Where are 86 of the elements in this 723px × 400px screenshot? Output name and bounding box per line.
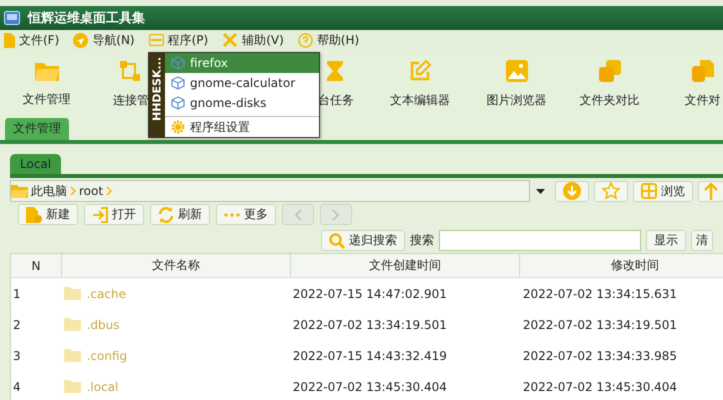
toolbar-button[interactable]: 文件对 (656, 50, 723, 118)
cube-icon (171, 76, 185, 90)
help-icon (298, 32, 313, 48)
breadcrumb[interactable]: 此电脑 (31, 182, 67, 200)
arrow-up-icon (704, 182, 718, 200)
chevron-icon (70, 186, 76, 196)
row-number: 2 (12, 318, 22, 332)
new-file-icon (26, 206, 42, 222)
tools-icon (222, 32, 238, 48)
folder-icon (64, 349, 81, 362)
show-button[interactable]: 显示 (646, 230, 686, 251)
favorite-button[interactable] (594, 180, 628, 202)
chevron-icon (106, 186, 112, 196)
table-cell: 2022-07-15 14:47:02.901 (292, 286, 447, 300)
gear-icon (171, 120, 185, 134)
browse-button[interactable]: 浏览 (633, 180, 693, 202)
download-icon (563, 182, 581, 200)
cube-icon (171, 96, 185, 110)
action-button[interactable]: 打开 (84, 204, 144, 225)
clear-button[interactable]: 清 (691, 230, 713, 251)
download-button[interactable] (555, 180, 589, 202)
row-number: 1 (12, 286, 22, 300)
folder-icon (64, 318, 81, 331)
table-cell: 2022-07-15 14:43:32.419 (292, 348, 447, 362)
cube-icon (171, 56, 185, 70)
edit-icon (409, 60, 431, 82)
toolbar-button[interactable]: 台任务 (318, 50, 370, 118)
window-icon (148, 34, 164, 46)
grid-icon (641, 183, 657, 199)
up-button[interactable] (698, 180, 723, 202)
toolbar-button[interactable]: 文件夹对比 (563, 50, 656, 118)
toolbar-button[interactable]: 图片浏览器 (470, 50, 563, 118)
document-icon (4, 32, 15, 48)
chevron-right-icon (332, 208, 340, 220)
app-icon (4, 11, 20, 25)
row-number: 3 (12, 348, 22, 362)
search-icon (329, 232, 345, 248)
tab[interactable]: 文件管理 (5, 117, 69, 140)
menu-item[interactable]: gnome-disks (165, 93, 319, 113)
breadcrumb[interactable]: root (79, 184, 104, 198)
menu-item[interactable]: 导航(N) (73, 32, 135, 48)
chevron-left-icon (294, 208, 302, 220)
open-icon (92, 206, 108, 222)
table-cell: 2022-07-02 13:45:30.404 (292, 380, 447, 394)
column-header[interactable]: 修改时间 (520, 254, 723, 277)
menu-item[interactable]: 文件(F) (4, 32, 60, 48)
folder-icon (64, 380, 81, 393)
table-cell: 2022-07-02 13:34:19.501 (292, 318, 447, 332)
row-number: 4 (12, 380, 22, 394)
action-button[interactable]: 更多 (216, 204, 276, 225)
image-icon (506, 60, 528, 82)
search-label: 搜索 (410, 232, 434, 249)
navigation-icon (73, 32, 88, 48)
action-button[interactable]: 新建 (18, 204, 78, 225)
action-button[interactable]: 刷新 (150, 204, 210, 225)
menu-side-label: HHDESK... (149, 53, 165, 137)
column-header[interactable]: 文件名称 (62, 254, 291, 277)
menu-item[interactable]: 帮助(H) (298, 32, 360, 48)
recursive-search-button[interactable]: 递归搜索 (321, 230, 405, 251)
table-cell: 2022-07-02 13:45:30.404 (522, 380, 678, 394)
menu-item[interactable]: 辅助(V) (222, 32, 284, 48)
hourglass-icon (326, 60, 344, 82)
star-icon (602, 182, 620, 200)
table-cell: 2022-07-02 13:34:33.985 (522, 348, 678, 362)
more-icon (224, 212, 240, 216)
column-header[interactable]: 文件创建时间 (291, 254, 520, 277)
copy-icon (598, 60, 620, 82)
table-cell: 2022-07-02 13:34:19.501 (522, 318, 678, 332)
folder-icon (34, 60, 58, 80)
folder-icon (64, 287, 81, 300)
folder-icon (11, 184, 28, 198)
network-icon (119, 60, 141, 82)
menu-item[interactable]: firefox (165, 53, 319, 73)
refresh-icon (158, 206, 174, 222)
tab[interactable]: Local (10, 154, 62, 174)
table-cell: 2022-07-02 13:34:15.631 (522, 286, 678, 300)
search-field[interactable] (439, 230, 641, 251)
files-icon (692, 60, 714, 82)
toolbar-button[interactable]: 文件管理 (0, 50, 93, 118)
menu-item[interactable]: 程序(P) (148, 32, 208, 48)
menu-item[interactable]: gnome-calculator (165, 73, 319, 93)
window-title: 恒辉运维桌面工具集 (28, 10, 145, 27)
column-header[interactable]: N (11, 254, 62, 277)
menu-item[interactable]: 程序组设置 (165, 116, 319, 137)
dropdown-arrow-icon[interactable] (536, 189, 545, 194)
toolbar-button[interactable]: 文本编辑器 (370, 50, 470, 118)
